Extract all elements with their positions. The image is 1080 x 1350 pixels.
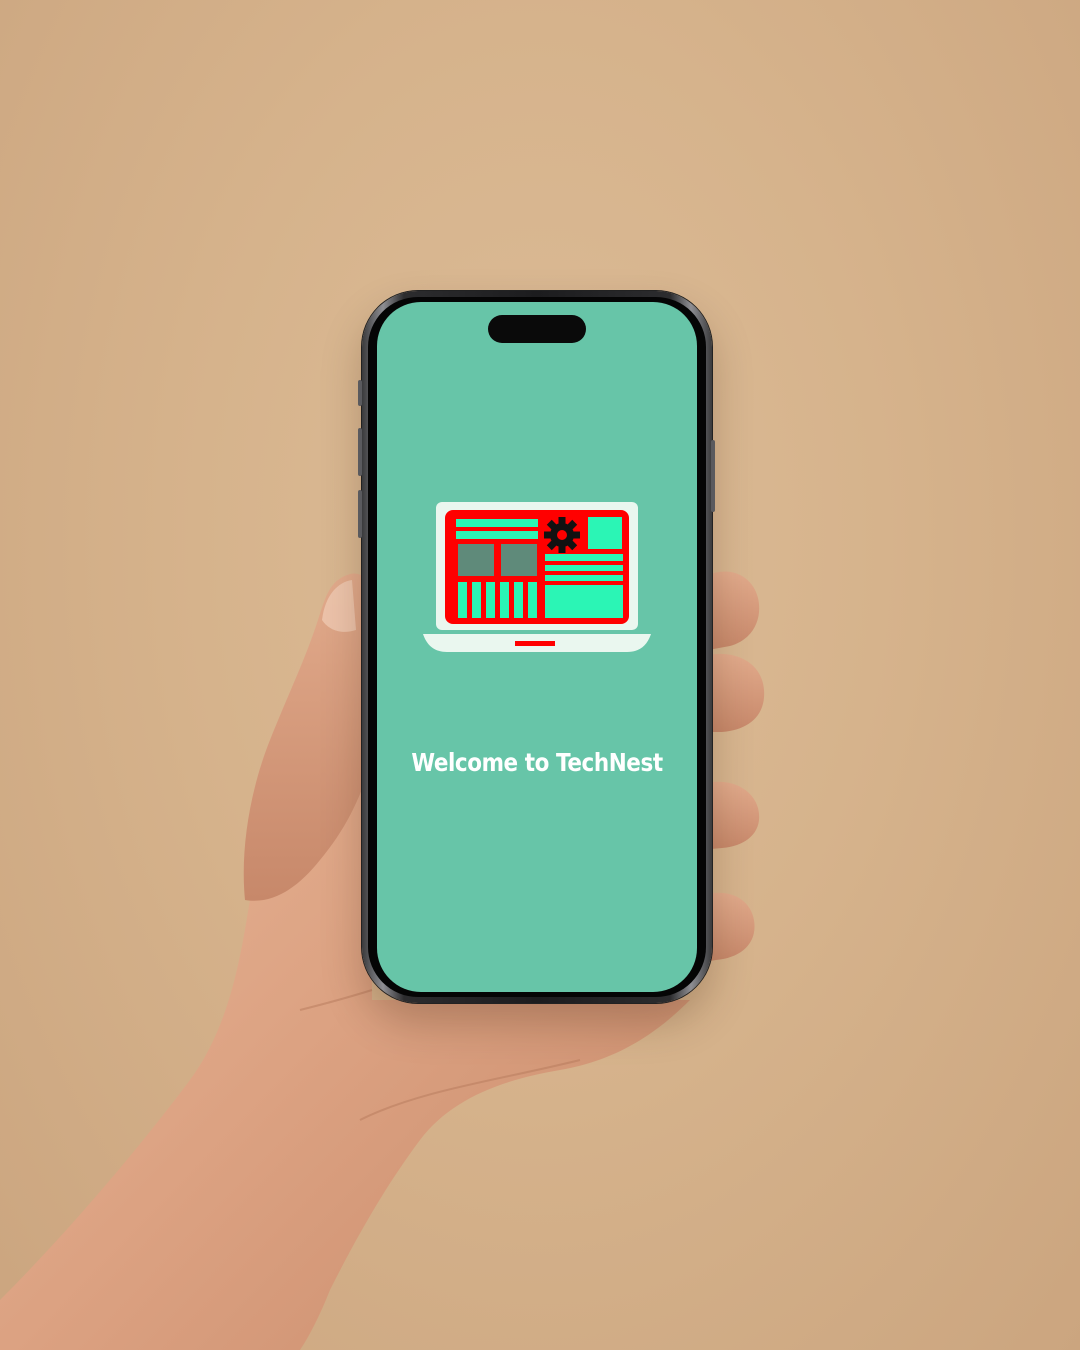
phone-screen[interactable]: Welcome to TechNest (377, 302, 697, 992)
action-button (358, 380, 362, 406)
laptop-dashboard-icon (423, 502, 651, 652)
dynamic-island (488, 315, 586, 343)
power-button (711, 440, 715, 512)
volume-up-button (358, 428, 362, 476)
scene: Welcome to TechNest (0, 0, 1080, 1350)
welcome-title: Welcome to TechNest (411, 748, 663, 777)
volume-down-button (358, 490, 362, 538)
